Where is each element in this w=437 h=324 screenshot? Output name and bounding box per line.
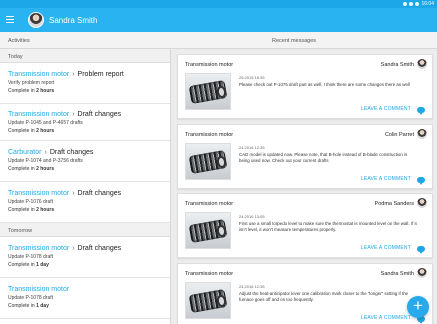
task-title-link[interactable]: Carburator <box>8 149 41 156</box>
task-completion: Complete in 1 day <box>8 262 49 268</box>
task-completion: Complete in 1 day <box>8 303 49 309</box>
task-heading: Transmission motor › Draft changes <box>8 190 162 197</box>
task-list-item[interactable]: Transmission motor › Draft changes Update … <box>0 104 170 141</box>
task-list-item[interactable]: Transmission motor › Problem report Verify… <box>0 63 170 104</box>
task-description: Update P-1078 draft <box>8 295 54 301</box>
battery-icon <box>415 2 420 6</box>
tomorrow-section-label: Tomorrow <box>0 223 170 237</box>
task-name: Draft changes <box>77 245 122 252</box>
task-list-item[interactable]: Transmission motor › Draft changes Update … <box>0 237 170 278</box>
status-bar: 16:04 <box>0 0 437 8</box>
message-title: Transmission motor <box>185 271 234 277</box>
message-title: Transmission motor <box>185 62 234 68</box>
motor-thumbnail <box>185 282 231 319</box>
message-date: 24.2016 12:35 <box>239 284 265 289</box>
task-description: Update P-1078 draft <box>8 254 54 260</box>
activities-panel: Today Transmission motor › Problem report … <box>0 49 171 324</box>
recent-messages-header: Recent messages <box>272 38 317 44</box>
task-completion: Complete in 2 hours <box>8 166 55 172</box>
leave-comment-button[interactable]: LEAVE A COMMENT <box>361 315 411 321</box>
user-avatar[interactable] <box>28 12 44 28</box>
task-heading: Carburator › Draft changes <box>8 149 162 156</box>
leave-comment-button[interactable]: LEAVE A COMMENT <box>361 245 411 251</box>
author-avatar <box>417 268 427 278</box>
task-name: Draft changes <box>77 190 122 197</box>
task-name: Draft changes <box>77 111 122 118</box>
hamburger-menu-icon[interactable] <box>6 16 14 23</box>
message-text: Adjust the heat-anticipator lever one ca… <box>239 291 409 302</box>
app-bar: Sandra Smith <box>0 8 437 32</box>
add-icon: + <box>413 296 423 315</box>
task-title-link[interactable]: Transmission motor <box>8 245 69 252</box>
message-card[interactable]: Transmission motor Sandra Smith 25.2015 … <box>177 54 433 119</box>
author-avatar <box>417 59 427 69</box>
signal-icon <box>403 2 408 6</box>
message-author: Podma Sanders <box>374 201 414 207</box>
message-card[interactable]: Transmission motor Colin Parret 24.2016 … <box>177 124 433 189</box>
message-title: Transmission motor <box>185 201 234 207</box>
task-heading: Transmission motor › Problem report <box>8 71 162 78</box>
motor-thumbnail <box>185 143 231 180</box>
comment-icon[interactable] <box>417 107 425 115</box>
comment-icon[interactable] <box>417 177 425 185</box>
author-avatar <box>417 129 427 139</box>
chevron-right-icon: › <box>72 190 75 197</box>
message-author: Sandra Smith <box>380 62 414 68</box>
status-time: 16:04 <box>421 1 434 7</box>
message-title: Transmission motor <box>185 132 234 138</box>
task-description: Update P-1076 draft <box>8 199 54 205</box>
message-card[interactable]: Transmission motor Sandra Smith 24.2016 … <box>177 263 433 324</box>
today-section-label: Today <box>0 49 170 63</box>
message-author: Sandra Smith <box>380 271 414 277</box>
message-date: 25.2015 15:35 <box>239 75 265 80</box>
user-name[interactable]: Sandra Smith <box>49 16 97 25</box>
task-description: Update P-1045 and P-4657 drafts <box>8 120 83 126</box>
author-avatar <box>417 198 427 208</box>
task-completion: Complete in 2 hours <box>8 207 55 213</box>
column-header: Activities Recent messages <box>0 32 437 49</box>
task-completion: Complete in 2 hours <box>8 88 55 94</box>
task-name: Draft changes <box>49 149 94 156</box>
message-text: Please check out P-1075 draft part as we… <box>239 82 410 87</box>
message-text: CAD model is updated now. Please note, t… <box>239 152 408 163</box>
chevron-right-icon: › <box>44 149 47 156</box>
activities-header: Activities <box>8 38 30 44</box>
task-heading: Transmission motor <box>8 286 162 293</box>
message-text: First use a small torpedo level to make … <box>239 221 417 232</box>
motor-thumbnail <box>185 212 231 249</box>
chevron-right-icon: › <box>72 71 75 78</box>
task-heading: Transmission motor › Draft changes <box>8 111 162 118</box>
add-button[interactable]: + <box>407 296 429 318</box>
recent-messages-panel: Transmission motor Sandra Smith 25.2015 … <box>172 49 437 324</box>
task-title-link[interactable]: Transmission motor <box>8 111 69 118</box>
task-title-link[interactable]: Transmission motor <box>8 190 69 197</box>
leave-comment-button[interactable]: LEAVE A COMMENT <box>361 106 411 112</box>
task-name: Problem report <box>77 71 124 78</box>
task-list-item[interactable]: Transmission motor Update P-1078 draft C… <box>0 278 170 319</box>
task-completion: Complete in 2 hours <box>8 128 55 134</box>
task-list-item[interactable]: Transmission motor › Draft changes Update … <box>0 182 170 223</box>
chevron-right-icon: › <box>72 245 75 252</box>
task-heading: Transmission motor › Draft changes <box>8 245 162 252</box>
message-card[interactable]: Transmission motor Podma Sanders 24.2016… <box>177 193 433 258</box>
message-author: Colin Parret <box>384 132 414 138</box>
chevron-right-icon: › <box>72 111 75 118</box>
motor-thumbnail <box>185 73 231 110</box>
chevron-right-icon <box>69 286 75 293</box>
message-date: 24.2016 13:05 <box>239 214 265 219</box>
task-description: Update P-1074 and P-3756 drafts <box>8 158 83 164</box>
task-list-item[interactable]: Carburator › Draft changes Update P-1074 a… <box>0 141 170 182</box>
wifi-icon <box>409 2 414 6</box>
task-description: Verify problem report <box>8 80 55 86</box>
task-title-link[interactable]: Transmission motor <box>8 286 69 293</box>
status-icons: 16:04 <box>403 1 434 7</box>
leave-comment-button[interactable]: LEAVE A COMMENT <box>361 176 411 182</box>
message-date: 24.2016 12:35 <box>239 145 265 150</box>
task-title-link[interactable]: Transmission motor <box>8 71 69 78</box>
comment-icon[interactable] <box>417 246 425 254</box>
